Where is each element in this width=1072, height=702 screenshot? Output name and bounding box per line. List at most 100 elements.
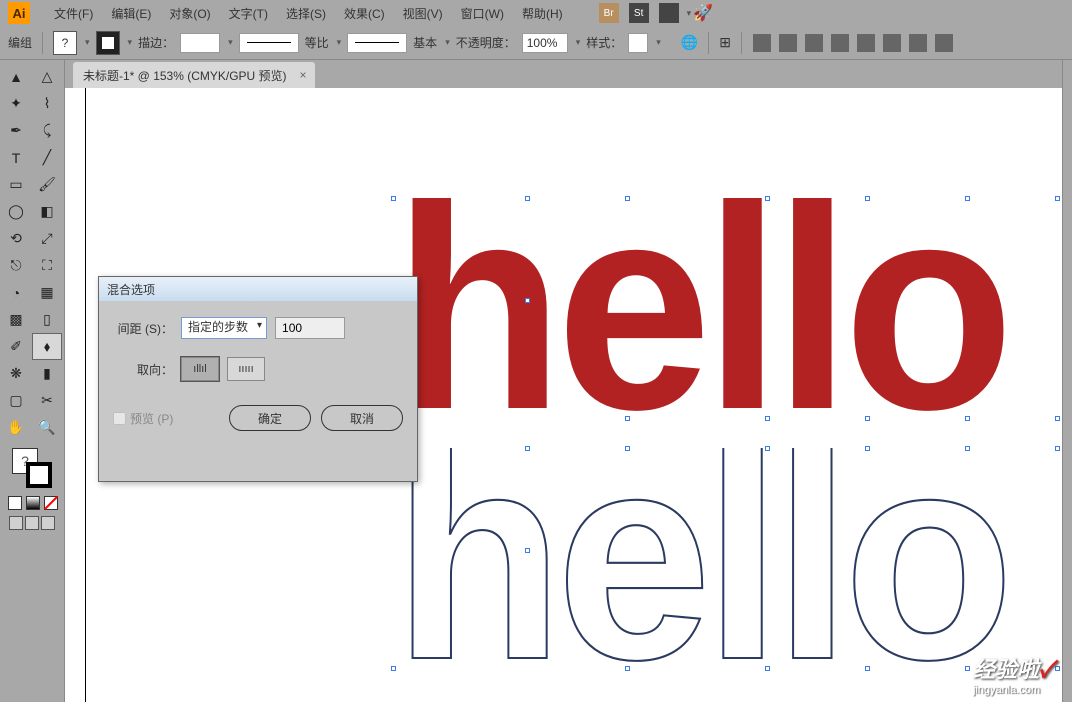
selection-handle[interactable] <box>865 666 870 671</box>
column-graph-tool[interactable]: ▮ <box>33 361 61 386</box>
selection-handle[interactable] <box>965 666 970 671</box>
align-bottom-icon[interactable] <box>883 34 901 52</box>
align-left-icon[interactable] <box>753 34 771 52</box>
opacity-field[interactable]: 100% <box>522 33 568 53</box>
arrange-icon[interactable] <box>659 3 679 23</box>
gpu-icon[interactable]: 🚀 <box>693 3 713 23</box>
spacing-value-input[interactable] <box>275 317 345 339</box>
mesh-tool[interactable]: ▩ <box>2 307 30 332</box>
selection-handle[interactable] <box>625 416 630 421</box>
stroke-weight-field[interactable] <box>180 33 220 53</box>
cancel-button[interactable]: 取消 <box>321 405 403 431</box>
color-mode-none[interactable] <box>44 496 58 510</box>
shape-builder-tool[interactable]: ◔ <box>2 280 30 305</box>
fill-swatch[interactable]: ? <box>53 31 77 55</box>
selection-handle[interactable] <box>765 666 770 671</box>
stroke-box[interactable] <box>26 462 52 488</box>
ok-button[interactable]: 确定 <box>229 405 311 431</box>
selection-handle[interactable] <box>391 666 396 671</box>
color-mode-solid[interactable] <box>8 496 22 510</box>
symbol-sprayer-tool[interactable]: ❋ <box>2 361 30 386</box>
orient-align-path[interactable]: ııııı <box>227 357 265 381</box>
menu-effect[interactable]: 效果(C) <box>336 3 393 24</box>
hello-text-outline[interactable]: hello <box>393 448 1062 668</box>
width-tool[interactable]: ⎋ <box>2 253 30 278</box>
align-vcenter-icon[interactable] <box>857 34 875 52</box>
rectangle-tool[interactable]: ▭ <box>2 172 30 197</box>
orient-align-page[interactable]: ıllıl <box>181 357 219 381</box>
selection-handle[interactable] <box>765 446 770 451</box>
perspective-grid-tool[interactable]: ▦ <box>33 280 61 305</box>
menu-help[interactable]: 帮助(H) <box>514 3 571 24</box>
selection-handle[interactable] <box>765 416 770 421</box>
selection-handle[interactable] <box>865 416 870 421</box>
style-select[interactable] <box>628 33 648 53</box>
line-tool[interactable]: ╱ <box>33 145 61 170</box>
style-dropdown[interactable]: ▾ <box>656 37 661 48</box>
lasso-tool[interactable]: ⌇ <box>33 91 61 116</box>
stroke-weight-dropdown[interactable]: ▾ <box>228 37 233 48</box>
zoom-tool[interactable]: 🔍 <box>33 415 61 440</box>
selection-handle[interactable] <box>525 196 530 201</box>
paintbrush-tool[interactable]: 🖌 <box>33 172 61 197</box>
hand-tool[interactable]: ✋ <box>2 415 30 440</box>
menu-view[interactable]: 视图(V) <box>395 3 451 24</box>
stroke-swatch[interactable] <box>96 31 120 55</box>
gradient-tool[interactable]: ▯ <box>33 307 61 332</box>
arrange-dropdown[interactable]: ▾ <box>687 8 692 19</box>
scale-tool[interactable]: ⤢ <box>33 226 61 251</box>
brush-select[interactable] <box>347 33 407 53</box>
distribute-v-icon[interactable] <box>935 34 953 52</box>
selection-handle[interactable] <box>625 446 630 451</box>
selection-handle[interactable] <box>865 196 870 201</box>
color-mode-gradient[interactable] <box>26 496 40 510</box>
menu-type[interactable]: 文字(T) <box>221 3 276 24</box>
selection-handle[interactable] <box>1055 196 1060 201</box>
fill-stroke-control[interactable]: ? <box>12 448 52 488</box>
artboard-tool[interactable]: ▢ <box>2 388 30 413</box>
free-transform-tool[interactable]: ⛶ <box>33 253 61 278</box>
eyedropper-tool[interactable]: ✐ <box>2 334 30 359</box>
selection-handle[interactable] <box>525 548 530 553</box>
brush-dropdown[interactable]: ▾ <box>445 37 450 48</box>
preview-checkbox-input[interactable] <box>113 412 126 425</box>
align-hcenter-icon[interactable] <box>779 34 797 52</box>
align-right-icon[interactable] <box>805 34 823 52</box>
spacing-mode-select[interactable]: 指定的步数 <box>181 317 267 339</box>
shaper-tool[interactable]: ◯ <box>2 199 30 224</box>
menu-select[interactable]: 选择(S) <box>278 3 334 24</box>
menu-window[interactable]: 窗口(W) <box>453 3 512 24</box>
selection-handle[interactable] <box>525 446 530 451</box>
direct-selection-tool[interactable]: △ <box>33 64 61 89</box>
align-panel-icon[interactable]: ⊞ <box>719 34 731 51</box>
width-profile-select[interactable] <box>239 33 299 53</box>
selection-handle[interactable] <box>1055 446 1060 451</box>
draw-normal[interactable] <box>9 516 23 530</box>
menu-object[interactable]: 对象(O) <box>161 3 218 24</box>
hello-text-red[interactable]: hello <box>393 198 1062 418</box>
pen-tool[interactable]: ✒ <box>2 118 30 143</box>
bridge-icon[interactable]: Br <box>599 3 619 23</box>
distribute-h-icon[interactable] <box>909 34 927 52</box>
draw-behind[interactable] <box>25 516 39 530</box>
selection-handle[interactable] <box>965 416 970 421</box>
selection-handle[interactable] <box>525 298 530 303</box>
type-tool[interactable]: T <box>2 145 30 170</box>
stock-icon[interactable]: St <box>629 3 649 23</box>
document-tab[interactable]: 未标题-1* @ 153% (CMYK/GPU 预览) × <box>73 62 315 88</box>
curvature-tool[interactable]: ⤹ <box>33 118 61 143</box>
close-tab-icon[interactable]: × <box>300 68 307 82</box>
fill-dropdown[interactable]: ▾ <box>85 37 90 48</box>
menu-file[interactable]: 文件(F) <box>46 3 101 24</box>
preview-checkbox[interactable]: 预览 (P) <box>113 410 173 427</box>
selection-handle[interactable] <box>391 196 396 201</box>
selection-handle[interactable] <box>1055 416 1060 421</box>
selection-handle[interactable] <box>965 196 970 201</box>
selection-handle[interactable] <box>765 196 770 201</box>
align-top-icon[interactable] <box>831 34 849 52</box>
recolor-icon[interactable]: 🌐 <box>681 34 698 51</box>
opacity-dropdown[interactable]: ▾ <box>576 37 581 48</box>
menu-edit[interactable]: 编辑(E) <box>103 3 159 24</box>
rotate-tool[interactable]: ⟲ <box>2 226 30 251</box>
slice-tool[interactable]: ✂ <box>33 388 61 413</box>
